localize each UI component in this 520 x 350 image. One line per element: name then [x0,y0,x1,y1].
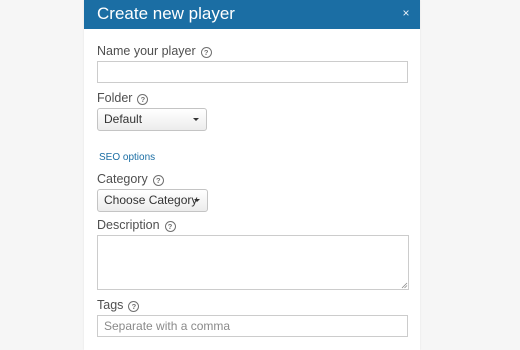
folder-label: Folder? [97,91,149,106]
tags-label-text: Tags [97,298,124,312]
caret-down-icon [193,118,199,121]
resize-grip-icon[interactable] [401,282,408,289]
tags-label: Tags? [97,298,140,313]
description-wrapper [97,235,409,290]
category-select-value: Choose Category [104,193,198,207]
description-textarea[interactable] [97,235,409,290]
close-icon[interactable]: × [400,6,412,20]
category-label: Category? [97,172,164,187]
create-player-dialog: Create new player × Name your player? Fo… [84,0,420,350]
help-icon[interactable]: ? [137,94,149,105]
folder-select[interactable]: Default [97,108,207,131]
name-label: Name your player? [97,44,212,59]
description-label: Description? [97,218,176,233]
dialog-header: Create new player × [84,0,420,29]
name-label-text: Name your player [97,44,196,58]
category-label-text: Category [97,172,148,186]
dialog-title: Create new player [97,4,235,23]
tags-input[interactable] [97,315,408,337]
category-select[interactable]: Choose Category [97,189,208,212]
folder-label-text: Folder [97,91,133,105]
folder-select-value: Default [104,112,143,126]
description-label-text: Description [97,218,160,232]
help-icon[interactable]: ? [164,221,176,232]
seo-options-link[interactable]: SEO options [99,152,155,164]
help-icon[interactable]: ? [152,175,164,186]
player-name-input[interactable] [97,61,408,83]
help-icon[interactable]: ? [128,301,140,312]
caret-down-icon [194,199,200,202]
help-icon[interactable]: ? [200,47,212,58]
